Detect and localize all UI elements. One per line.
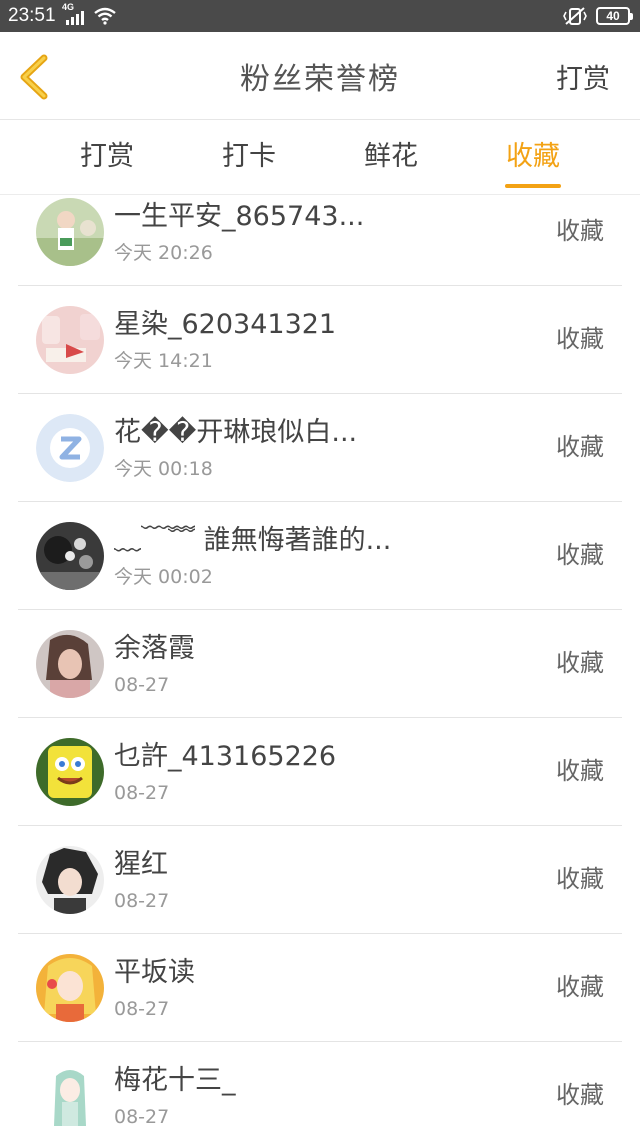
status-time: 23:51 [8, 5, 56, 26]
timestamp: 今天 20:26 [114, 242, 213, 264]
list-item[interactable]: 星染_620341321 今天 14:21 收藏 [18, 286, 622, 394]
timestamp: 今天 00:18 [114, 458, 213, 480]
action-label: 收藏 [556, 541, 604, 569]
user-name: 平坂读 [114, 957, 195, 988]
list-item[interactable]: 平坂读 08-27 收藏 [18, 934, 622, 1042]
timestamp: 08-27 [114, 998, 170, 1020]
user-name: 一生平安_865743... [114, 201, 365, 232]
avatar-dark-photo-icon [36, 522, 104, 590]
tab-flowers[interactable]: 鲜花 [364, 139, 418, 175]
action-label: 收藏 [556, 1081, 604, 1109]
action-label: 收藏 [556, 433, 604, 461]
active-tab-indicator [505, 184, 561, 188]
user-name: 星染_620341321 [114, 309, 337, 340]
tab-reward[interactable]: 打赏 [80, 139, 134, 175]
fan-list: 一生平安_865743... 今天 20:26 收藏 星染_620341321 … [0, 196, 640, 1138]
wifi-icon [94, 7, 116, 25]
list-item[interactable]: 余落霞 08-27 收藏 [18, 610, 622, 718]
tab-bar: 打赏 打卡 鲜花 收藏 [0, 121, 640, 195]
timestamp: 08-27 [114, 782, 170, 804]
timestamp: 今天 14:21 [114, 350, 213, 372]
action-label: 收藏 [556, 973, 604, 1001]
timestamp: 08-27 [114, 674, 170, 696]
user-name: 梅花十三_ [114, 1065, 236, 1096]
tab-favorites[interactable]: 收藏 [506, 139, 560, 175]
list-item[interactable]: 乜許_413165226 08-27 收藏 [18, 718, 622, 826]
list-item[interactable]: 一生平安_865743... 今天 20:26 收藏 [18, 196, 622, 286]
list-item[interactable]: ﹏﹋﹌ 誰無悔著誰的... 今天 00:02 收藏 [18, 502, 622, 610]
user-name: 余落霞 [114, 633, 195, 664]
list-item[interactable]: 花��开琳琅似白... 今天 00:18 收藏 [18, 394, 622, 502]
avatar-anime-green-icon [36, 1062, 104, 1130]
timestamp: 今天 00:02 [114, 566, 213, 588]
header: 粉丝荣誉榜 打赏 [0, 32, 640, 120]
page-title: 粉丝荣誉榜 [240, 62, 400, 97]
tab-checkin[interactable]: 打卡 [222, 139, 276, 175]
action-label: 收藏 [556, 217, 604, 245]
status-bar: 23:51 4G 40 [0, 0, 640, 32]
list-item[interactable]: 猩红 08-27 收藏 [18, 826, 622, 934]
user-name: 花��开琳琅似白... [114, 417, 358, 448]
timestamp: 08-27 [114, 890, 170, 912]
avatar-anime-girl-icon [36, 954, 104, 1022]
battery-level: 40 [606, 9, 620, 23]
battery-icon: 40 [596, 7, 633, 25]
avatar-default-z-icon [36, 414, 104, 482]
avatar-spongebob-icon [36, 738, 104, 806]
avatar-pink-cake-icon [36, 306, 104, 374]
action-label: 收藏 [556, 325, 604, 353]
user-name: 乜許_413165226 [114, 741, 337, 772]
signal-icon [66, 9, 86, 25]
list-item[interactable]: 梅花十三_ 08-27 收藏 [18, 1042, 622, 1138]
reward-button[interactable]: 打赏 [556, 62, 610, 98]
action-label: 收藏 [556, 757, 604, 785]
avatar-photo-girl-icon [36, 198, 104, 266]
action-label: 收藏 [556, 649, 604, 677]
user-name: 猩红 [114, 849, 168, 880]
action-label: 收藏 [556, 865, 604, 893]
avatar-portrait-icon [36, 630, 104, 698]
avatar-anime-boy-icon [36, 846, 104, 914]
timestamp: 08-27 [114, 1106, 170, 1128]
user-name: ﹏﹋﹌ 誰無悔著誰的... [114, 525, 392, 556]
vibrate-icon [563, 7, 587, 25]
